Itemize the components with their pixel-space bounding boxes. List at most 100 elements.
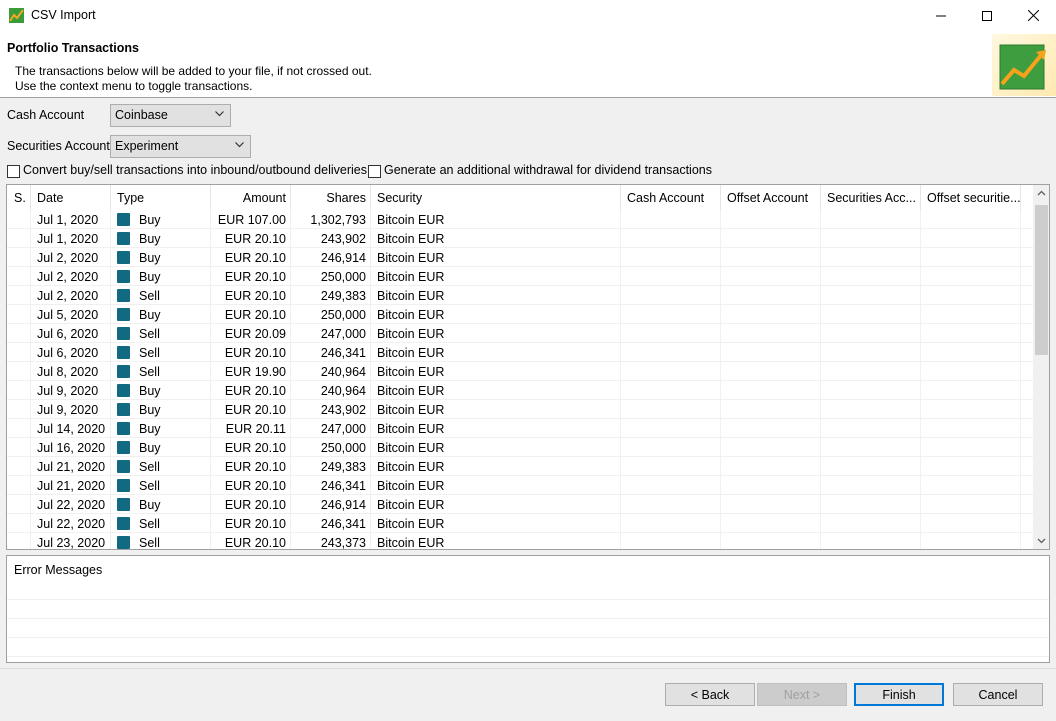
back-button[interactable]: < Back: [665, 683, 755, 706]
security-cell: Bitcoin EUR: [371, 381, 621, 400]
securities-account-combo[interactable]: Experiment: [110, 135, 251, 158]
offset-securities-cell: [921, 514, 1021, 533]
security-cell: Bitcoin EUR: [371, 324, 621, 343]
column-header-cash-account[interactable]: Cash Account: [621, 185, 721, 210]
shares-cell: 246,914: [291, 495, 371, 514]
cash-account-cell: [621, 210, 721, 229]
maximize-button[interactable]: [964, 0, 1010, 31]
table-row[interactable]: Jul 2, 2020 Sell EUR 20.10 249,383 Bitcoin E…: [7, 286, 1033, 305]
offset-securities-cell: [921, 248, 1021, 267]
vertical-scrollbar[interactable]: [1033, 185, 1049, 549]
column-header-offset-securities[interactable]: Offset securitie...: [921, 185, 1021, 210]
security-cell: Bitcoin EUR: [371, 476, 621, 495]
cash-account-cell: [621, 305, 721, 324]
table-row[interactable]: Jul 14, 2020 Buy EUR 20.11 247,000 Bitcoin E…: [7, 419, 1033, 438]
amount-cell: EUR 20.11: [211, 419, 291, 438]
cash-account-combo[interactable]: Coinbase: [110, 104, 231, 127]
type-label: Buy: [139, 422, 161, 436]
table-row[interactable]: Jul 9, 2020 Buy EUR 20.10 243,902 Bitcoin EU…: [7, 400, 1033, 419]
securities-account-cell: [821, 514, 921, 533]
offset-securities-cell: [921, 305, 1021, 324]
transaction-type-icon: [117, 384, 130, 397]
table-row[interactable]: Jul 21, 2020 Sell EUR 20.10 246,341 Bitcoin …: [7, 476, 1033, 495]
type-label: Sell: [139, 346, 160, 360]
table-row[interactable]: Jul 16, 2020 Buy EUR 20.10 250,000 Bitcoin E…: [7, 438, 1033, 457]
title-bar: CSV Import: [0, 0, 1056, 31]
table-row[interactable]: Jul 2, 2020 Buy EUR 20.10 250,000 Bitcoin EU…: [7, 267, 1033, 286]
offset-securities-cell: [921, 286, 1021, 305]
table-row[interactable]: Jul 1, 2020 Buy EUR 107.00 1,302,793 Bitcoin…: [7, 210, 1033, 229]
next-button[interactable]: Next >: [757, 683, 847, 706]
shares-cell: 243,902: [291, 400, 371, 419]
table-row[interactable]: Jul 6, 2020 Sell EUR 20.09 247,000 Bitcoin E…: [7, 324, 1033, 343]
generate-withdrawal-checkbox[interactable]: [368, 165, 381, 178]
column-header-offset-account[interactable]: Offset Account: [721, 185, 821, 210]
status-cell: [7, 495, 31, 514]
scroll-thumb[interactable]: [1035, 205, 1048, 355]
column-header-amount[interactable]: Amount: [211, 185, 291, 210]
close-button[interactable]: [1010, 0, 1056, 31]
table-row[interactable]: Jul 22, 2020 Buy EUR 20.10 246,914 Bitcoin E…: [7, 495, 1033, 514]
table-row[interactable]: Jul 22, 2020 Sell EUR 20.10 246,341 Bitcoin …: [7, 514, 1033, 533]
cash-account-cell: [621, 495, 721, 514]
offset-securities-cell: [921, 419, 1021, 438]
cash-account-cell: [621, 248, 721, 267]
transactions-table[interactable]: S. Date Type Amount Shares Security Cash…: [6, 184, 1050, 550]
column-header-type[interactable]: Type: [111, 185, 211, 210]
table-row[interactable]: Jul 2, 2020 Buy EUR 20.10 246,914 Bitcoin EU…: [7, 248, 1033, 267]
offset-securities-cell: [921, 343, 1021, 362]
transaction-type-icon: [117, 441, 130, 454]
table-row[interactable]: Jul 8, 2020 Sell EUR 19.90 240,964 Bitcoin E…: [7, 362, 1033, 381]
cash-account-cell: [621, 267, 721, 286]
convert-deliveries-checkbox[interactable]: [7, 165, 20, 178]
type-cell: Buy: [111, 229, 211, 248]
securities-account-cell: [821, 476, 921, 495]
date-cell: Jul 22, 2020: [31, 514, 111, 533]
column-header-securities-account[interactable]: Securities Acc...: [821, 185, 921, 210]
cancel-button[interactable]: Cancel: [953, 683, 1043, 706]
type-label: Buy: [139, 403, 161, 417]
offset-account-cell: [721, 343, 821, 362]
scroll-down-button[interactable]: [1033, 532, 1049, 549]
cash-account-cell: [621, 419, 721, 438]
amount-cell: EUR 20.10: [211, 248, 291, 267]
transaction-type-icon: [117, 213, 130, 226]
shares-cell: 250,000: [291, 305, 371, 324]
amount-cell: EUR 20.10: [211, 267, 291, 286]
type-cell: Sell: [111, 533, 211, 549]
status-cell: [7, 400, 31, 419]
date-cell: Jul 6, 2020: [31, 324, 111, 343]
column-header-shares[interactable]: Shares: [291, 185, 371, 210]
page-title: Portfolio Transactions: [7, 41, 139, 55]
securities-account-cell: [821, 286, 921, 305]
type-cell: Buy: [111, 438, 211, 457]
securities-account-cell: [821, 457, 921, 476]
offset-securities-cell: [921, 495, 1021, 514]
table-row[interactable]: Jul 9, 2020 Buy EUR 20.10 240,964 Bitcoin EU…: [7, 381, 1033, 400]
table-row[interactable]: Jul 5, 2020 Buy EUR 20.10 250,000 Bitcoin EU…: [7, 305, 1033, 324]
type-cell: Sell: [111, 324, 211, 343]
table-row[interactable]: Jul 23, 2020 Sell EUR 20.10 243,373 Bitcoin …: [7, 533, 1033, 549]
cash-account-cell: [621, 438, 721, 457]
date-cell: Jul 1, 2020: [31, 229, 111, 248]
finish-button[interactable]: Finish: [854, 683, 944, 706]
securities-account-cell: [821, 362, 921, 381]
column-header-security[interactable]: Security: [371, 185, 621, 210]
transaction-type-icon: [117, 460, 130, 473]
table-row[interactable]: Jul 1, 2020 Buy EUR 20.10 243,902 Bitcoin EU…: [7, 229, 1033, 248]
column-header-status[interactable]: S.: [7, 185, 31, 210]
column-header-date[interactable]: Date: [31, 185, 111, 210]
date-cell: Jul 22, 2020: [31, 495, 111, 514]
shares-cell: 250,000: [291, 267, 371, 286]
security-cell: Bitcoin EUR: [371, 248, 621, 267]
type-label: Sell: [139, 479, 160, 493]
status-cell: [7, 419, 31, 438]
amount-cell: EUR 20.10: [211, 381, 291, 400]
date-cell: Jul 9, 2020: [31, 381, 111, 400]
securities-account-cell: [821, 210, 921, 229]
table-row[interactable]: Jul 21, 2020 Sell EUR 20.10 249,383 Bitcoin …: [7, 457, 1033, 476]
minimize-button[interactable]: [918, 0, 964, 31]
scroll-up-button[interactable]: [1033, 185, 1049, 202]
table-row[interactable]: Jul 6, 2020 Sell EUR 20.10 246,341 Bitcoin E…: [7, 343, 1033, 362]
shares-cell: 246,341: [291, 476, 371, 495]
